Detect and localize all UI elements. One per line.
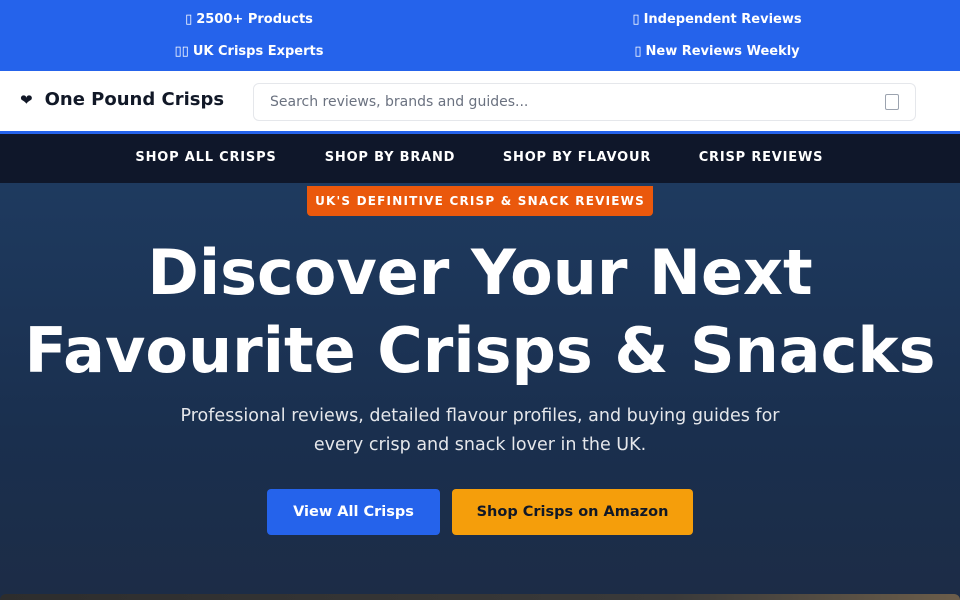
newspaper-icon: ▯ <box>634 44 642 59</box>
hero-section: UK'S DEFINITIVE CRISP & SNACK REVIEWS Di… <box>0 186 960 600</box>
site-header: ❤ One Pound Crisps <box>0 71 960 134</box>
topbar-item-label: Independent Reviews <box>643 12 802 27</box>
hero-subtitle-line1: Professional reviews, detailed flavour p… <box>180 406 780 426</box>
content-image-edge <box>0 594 960 600</box>
topbar-item-label: New Reviews Weekly <box>645 44 800 59</box>
search-icon[interactable] <box>885 94 899 110</box>
topbar-item-label: UK Crisps Experts <box>192 44 324 59</box>
topbar-item-label: 2500+ Products <box>196 12 313 27</box>
checkmark-icon: ▯ <box>632 12 640 27</box>
nav-crisp-reviews[interactable]: CRISP REVIEWS <box>699 150 824 165</box>
nav-shop-by-flavour[interactable]: SHOP BY FLAVOUR <box>503 150 651 165</box>
hero-subtitle: Professional reviews, detailed flavour p… <box>180 402 780 460</box>
topbar-item-reviews: ▯ Independent Reviews <box>632 12 801 27</box>
topbar-item-products: ▯ 2500+ Products <box>185 12 313 27</box>
view-all-crisps-button[interactable]: View All Crisps <box>267 489 440 535</box>
uk-flag-icon: ▯▯ <box>174 44 189 59</box>
search-box <box>253 83 916 121</box>
hero-title-line1: Discover Your Next <box>147 236 813 309</box>
heart-icon: ❤ <box>20 90 33 109</box>
hero-badge: UK'S DEFINITIVE CRISP & SNACK REVIEWS <box>307 186 653 216</box>
search-input[interactable] <box>254 84 854 120</box>
topbar-item-weekly: ▯ New Reviews Weekly <box>634 44 799 59</box>
main-nav: SHOP ALL CRISPS SHOP BY BRAND SHOP BY FL… <box>0 134 960 183</box>
box-icon: ▯ <box>185 12 193 27</box>
nav-shop-by-brand[interactable]: SHOP BY BRAND <box>325 150 456 165</box>
hero-title: Discover Your Next Favourite Crisps & Sn… <box>0 234 960 390</box>
hero-title-line2: Favourite Crisps & Snacks <box>24 314 936 387</box>
site-name: One Pound Crisps <box>44 89 225 110</box>
site-logo[interactable]: ❤ One Pound Crisps <box>20 89 224 110</box>
hero-subtitle-line2: every crisp and snack lover in the UK. <box>313 435 647 455</box>
topbar-item-experts: ▯▯ UK Crisps Experts <box>175 44 324 59</box>
top-info-bar: ▯ 2500+ Products ▯ Independent Reviews ▯▯ U… <box>0 0 960 71</box>
nav-shop-all-crisps[interactable]: SHOP ALL CRISPS <box>135 150 276 165</box>
shop-amazon-button[interactable]: Shop Crisps on Amazon <box>452 489 693 535</box>
